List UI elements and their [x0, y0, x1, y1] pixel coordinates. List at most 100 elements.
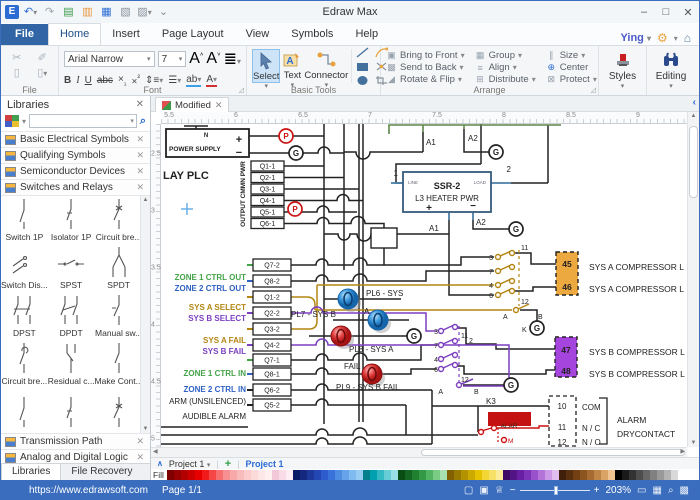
symbol-partial[interactable]: [1, 388, 48, 433]
font-family-select[interactable]: Arial Narrow▾: [64, 51, 155, 67]
color-swatch[interactable]: [223, 470, 230, 480]
cut-icon[interactable]: ✂: [12, 51, 21, 64]
vertical-scrollbar[interactable]: ▲ ▼: [687, 112, 699, 447]
color-swatch[interactable]: [230, 470, 237, 480]
color-swatch[interactable]: [517, 470, 524, 480]
scroll-down-icon[interactable]: ▼: [688, 440, 699, 446]
vertical-scroll-thumb[interactable]: [689, 126, 698, 198]
color-swatch[interactable]: [202, 470, 209, 480]
view-pan-icon[interactable]: ▣: [479, 485, 488, 496]
zoom-level[interactable]: 203%: [605, 485, 631, 496]
color-swatch[interactable]: [279, 470, 286, 480]
document-tab-close-icon[interactable]: ✕: [215, 100, 223, 111]
scroll-up-icon[interactable]: ▲: [141, 197, 150, 203]
color-swatch[interactable]: [412, 470, 419, 480]
fit-page-icon[interactable]: ▭: [637, 485, 646, 496]
arrange-bring-to-front[interactable]: ▣Bring to Front▾: [386, 50, 465, 61]
color-swatch[interactable]: [608, 470, 615, 480]
library-item-qualifying-symbols[interactable]: Qualifying Symbols✕: [1, 147, 150, 163]
symbol-isolator-1p[interactable]: Isolator 1P: [48, 196, 95, 244]
color-swatch[interactable]: [671, 470, 678, 480]
ground-terminal[interactable]: G: [407, 329, 421, 343]
redo-icon[interactable]: ↷: [42, 5, 57, 19]
terminal-q7-2[interactable]: Q7-2: [253, 259, 291, 271]
color-swatch[interactable]: [622, 470, 629, 480]
color-swatch[interactable]: [174, 470, 181, 480]
scroll-right-icon[interactable]: ▶: [680, 448, 685, 457]
color-swatch[interactable]: [559, 470, 566, 480]
menu-tab-file[interactable]: File: [1, 24, 48, 45]
zoom-slider-thumb[interactable]: [554, 486, 558, 495]
print-icon[interactable]: ▧: [118, 5, 133, 19]
color-swatch[interactable]: [475, 470, 482, 480]
close-button[interactable]: ✕: [677, 6, 699, 19]
symbol-manual-sw-[interactable]: Manual sw...: [95, 292, 143, 340]
indicator-lamp-blue[interactable]: [338, 289, 361, 312]
library-picker-dropdown-icon[interactable]: ▾: [22, 117, 26, 126]
color-swatch[interactable]: [580, 470, 587, 480]
settings-gear-icon[interactable]: ⚙: [657, 31, 668, 45]
color-swatch[interactable]: [321, 470, 328, 480]
styles-button[interactable]: Styles▾: [599, 46, 647, 95]
color-swatch[interactable]: [545, 470, 552, 480]
color-swatch[interactable]: [363, 470, 370, 480]
ssr2-heater-box[interactable]: [403, 172, 491, 212]
collapse-panel-chevron-icon[interactable]: ‹: [693, 97, 696, 108]
minimize-button[interactable]: –: [633, 6, 655, 19]
line-spacing-icon[interactable]: ⇕≡▾: [145, 75, 163, 86]
diagram-canvas[interactable]: Q1-1Q2-1Q3-1Q4-1Q5-1Q6-1Q7-2Q8-2Q1-2Q2-2…: [161, 124, 689, 447]
status-url[interactable]: https://www.edrawsoft.com: [1, 485, 148, 496]
symbol-make-cont-[interactable]: Make Cont...: [95, 340, 143, 388]
horizontal-scrollbar[interactable]: ◀ ▶: [151, 447, 687, 457]
view-presentation-icon[interactable]: ♕: [495, 485, 504, 496]
color-swatch[interactable]: [643, 470, 650, 480]
terminal-q4-1[interactable]: Q4-1: [251, 196, 284, 206]
color-swatch[interactable]: [188, 470, 195, 480]
color-swatch[interactable]: [524, 470, 531, 480]
color-swatch[interactable]: [209, 470, 216, 480]
color-swatch[interactable]: [167, 470, 174, 480]
format-painter-icon[interactable]: ✐: [38, 51, 47, 64]
color-swatch[interactable]: [636, 470, 643, 480]
home-icon[interactable]: ⌂: [684, 31, 691, 45]
undo-icon[interactable]: ↶▾: [23, 5, 38, 20]
document-tab-modified[interactable]: Modified ✕: [155, 97, 229, 112]
color-swatch[interactable]: [678, 470, 685, 480]
ground-terminal[interactable]: G: [489, 145, 503, 159]
color-swatch[interactable]: [650, 470, 657, 480]
color-swatch[interactable]: [181, 470, 188, 480]
color-swatch[interactable]: [335, 470, 342, 480]
library-picker-icon[interactable]: [5, 115, 19, 127]
symbols-scrollbar[interactable]: ▲ ▼: [140, 196, 150, 433]
menu-tab-symbols[interactable]: Symbols: [280, 24, 344, 45]
color-swatch[interactable]: [237, 470, 244, 480]
terminal-q3-1[interactable]: Q3-1: [251, 184, 284, 194]
color-swatch[interactable]: [657, 470, 664, 480]
library-close-icon[interactable]: ✕: [136, 166, 144, 177]
page-selector[interactable]: Project 1 ▾: [169, 459, 211, 469]
symbol-circuit-bre-[interactable]: Circuit bre...: [1, 340, 48, 388]
terminal-q5-1[interactable]: Q5-1: [251, 207, 284, 217]
terminal-q7-1[interactable]: Q7-1: [253, 354, 291, 366]
symbol-switch-dis-[interactable]: Switch Dis...: [1, 244, 48, 292]
menu-tab-home[interactable]: Home: [48, 23, 101, 45]
color-swatch[interactable]: [342, 470, 349, 480]
color-swatch[interactable]: [468, 470, 475, 480]
terminal-q6-1[interactable]: Q6-1: [251, 219, 284, 229]
color-swatch[interactable]: [489, 470, 496, 480]
bold-icon[interactable]: B: [64, 75, 71, 86]
menu-tab-insert[interactable]: Insert: [101, 24, 151, 45]
terminal-q6-2[interactable]: Q6-2: [253, 384, 291, 396]
menu-tab-help[interactable]: Help: [344, 24, 389, 45]
ground-terminal[interactable]: G: [289, 146, 303, 160]
color-swatch[interactable]: [510, 470, 517, 480]
color-swatch[interactable]: [419, 470, 426, 480]
library-close-icon[interactable]: ✕: [136, 134, 144, 145]
page-tab-active[interactable]: Project 1: [246, 459, 284, 469]
symbol-circuit-bre-[interactable]: Circuit bre...: [95, 196, 143, 244]
ground-terminal[interactable]: G: [504, 378, 518, 392]
color-swatch[interactable]: [272, 470, 279, 480]
symbol-spst[interactable]: SPST: [48, 244, 95, 292]
color-swatch[interactable]: [328, 470, 335, 480]
ellipse-tool-icon[interactable]: [356, 75, 369, 86]
